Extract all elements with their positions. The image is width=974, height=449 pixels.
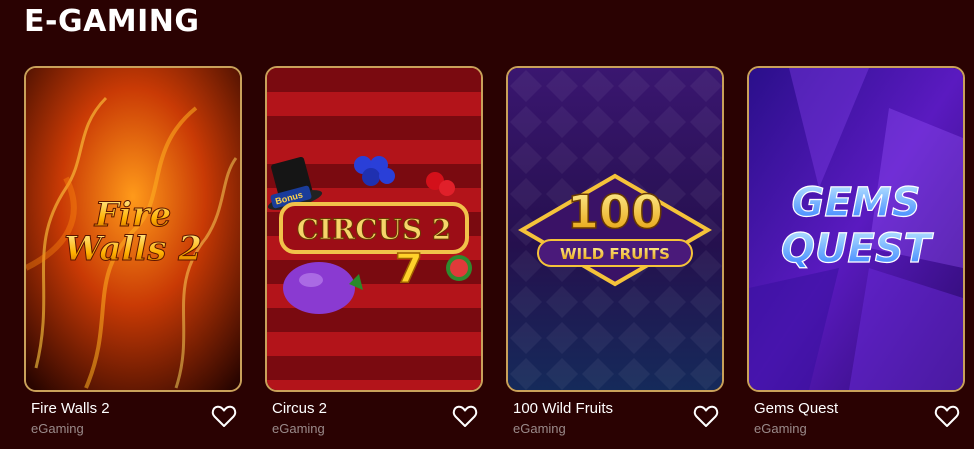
svg-text:7: 7 — [395, 246, 423, 292]
art-title-line1: GEMS — [792, 180, 921, 226]
game-title[interactable]: 100 Wild Fruits — [513, 400, 613, 417]
game-provider: eGaming — [754, 421, 807, 436]
game-card-fire-walls-2[interactable]: Fire Walls 2 Fire Walls 2 eGaming — [24, 66, 242, 442]
art-title-line2: QUEST — [781, 226, 934, 272]
game-card-circus-2[interactable]: Bonus CIRCUS 2 7 Circus 2 eGaming — [265, 66, 483, 442]
game-provider: eGaming — [31, 421, 84, 436]
game-thumbnail[interactable]: Fire Walls 2 — [24, 66, 242, 392]
game-grid: Fire Walls 2 Fire Walls 2 eGaming Bonus … — [24, 66, 965, 442]
game-provider: eGaming — [513, 421, 566, 436]
game-thumbnail[interactable]: Bonus CIRCUS 2 7 — [265, 66, 483, 392]
game-provider: eGaming — [272, 421, 325, 436]
game-thumbnail[interactable]: GEMS QUEST — [747, 66, 965, 392]
game-title[interactable]: Gems Quest — [754, 400, 838, 417]
heart-outline-icon[interactable] — [934, 404, 960, 428]
game-title[interactable]: Circus 2 — [272, 400, 327, 417]
game-thumbnail[interactable]: 100 WILD FRUITS — [506, 66, 724, 392]
art-title: CIRCUS 2 — [297, 213, 452, 246]
heart-outline-icon[interactable] — [452, 404, 478, 428]
art-number: 100 — [567, 185, 663, 239]
game-title[interactable]: Fire Walls 2 — [31, 400, 110, 417]
game-card-gems-quest[interactable]: GEMS QUEST Gems Quest eGaming — [747, 66, 965, 442]
art-subtitle: WILD FRUITS — [560, 245, 670, 263]
heart-outline-icon[interactable] — [693, 404, 719, 428]
game-card-100-wild-fruits[interactable]: 100 WILD FRUITS 100 Wild Fruits eGaming — [506, 66, 724, 442]
section-title: E-GAMING — [24, 4, 200, 39]
heart-outline-icon[interactable] — [211, 404, 237, 428]
art-title-line2: Walls 2 — [64, 229, 202, 269]
